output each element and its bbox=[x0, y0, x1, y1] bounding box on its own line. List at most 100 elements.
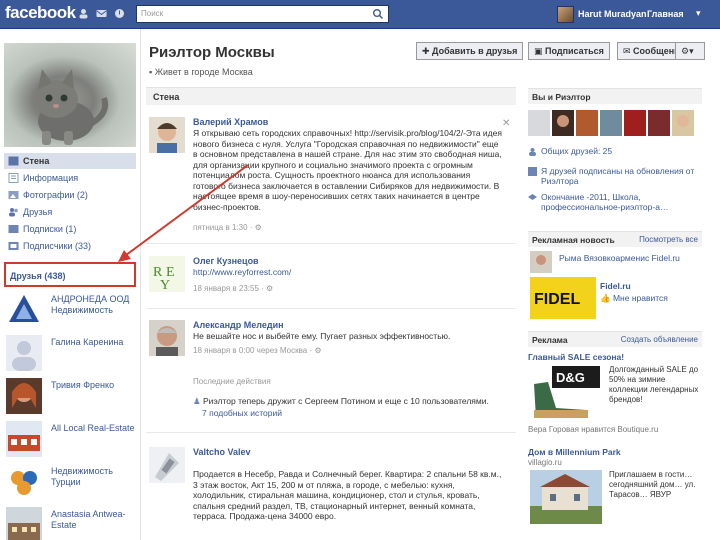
account-menu-chevron-icon[interactable]: ▾ bbox=[696, 8, 701, 19]
wall-story: Valtcho Valev Продается в Несебр, Равда … bbox=[146, 447, 516, 540]
wall-header: Стена bbox=[146, 87, 516, 105]
messages-icon[interactable] bbox=[96, 8, 107, 19]
nav-friends[interactable]: Друзья bbox=[4, 204, 136, 220]
mutual-friends-thumbnails[interactable] bbox=[528, 110, 704, 138]
add-friend-button[interactable]: ✚ Добавить в друзья bbox=[416, 42, 524, 60]
fidel-logo[interactable]: FIDEL bbox=[530, 277, 596, 319]
info-icon bbox=[8, 173, 19, 183]
friendship-icon: ♟ bbox=[193, 396, 203, 406]
story-author[interactable]: Valtcho Valev bbox=[193, 447, 251, 457]
friend-item[interactable]: Галина Каренина bbox=[4, 335, 136, 379]
subscriptions-icon bbox=[8, 225, 19, 233]
story-text: Не вешайте нос и выбейте ему. Пугает раз… bbox=[193, 331, 451, 341]
friend-name[interactable]: Тривия Френко bbox=[51, 380, 135, 391]
wall-story: REY Олег Кузнецов http://www.reyforrest.… bbox=[146, 256, 516, 302]
friend-avatar bbox=[6, 464, 42, 500]
subscribed-friends-text[interactable]: Я друзей подписаны на обновления от Риэл… bbox=[541, 166, 701, 186]
education-text[interactable]: Окончание -2011, Школа, профессиональное… bbox=[541, 192, 701, 212]
subscribe-icon: ▣ bbox=[534, 46, 546, 56]
column-divider bbox=[140, 29, 141, 540]
sponsored-story-text[interactable]: Рыма Вязовкоарменис Fidel.ru bbox=[559, 253, 704, 263]
friends-icon bbox=[9, 208, 18, 217]
author-avatar[interactable] bbox=[149, 447, 185, 483]
nav-subscriptions[interactable]: Подписки (1) bbox=[4, 221, 136, 237]
friend-item[interactable]: Тривия Френко bbox=[4, 378, 136, 422]
ad2-title[interactable]: Дом в Millennium Park bbox=[528, 447, 621, 457]
story-author[interactable]: Валерий Храмов bbox=[193, 117, 268, 127]
settings-gear-button[interactable]: ⚙▾ bbox=[675, 42, 705, 60]
notifications-icon[interactable] bbox=[114, 8, 125, 19]
friend-name[interactable]: Недвижимость Турции bbox=[51, 466, 135, 488]
ad1-title[interactable]: Главный SALE сезона! bbox=[528, 352, 624, 362]
svg-text:Y: Y bbox=[160, 278, 170, 292]
author-avatar[interactable] bbox=[149, 320, 185, 356]
story-meta[interactable]: пятница в 1:30 · ⚙ bbox=[193, 223, 262, 232]
ad2-image[interactable] bbox=[530, 470, 602, 524]
friend-name[interactable]: АНДРОНЕДА ООД Недвижимость bbox=[51, 294, 135, 316]
facebook-logo[interactable]: facebook bbox=[5, 3, 76, 23]
recent-activity-label: Последние действия bbox=[193, 377, 271, 386]
close-icon[interactable]: ✕ bbox=[502, 118, 510, 129]
user-name-link[interactable]: Harut Muradyan bbox=[578, 9, 647, 19]
nav-wall[interactable]: Стена bbox=[4, 153, 136, 169]
friend-avatar bbox=[6, 378, 42, 414]
mutual-friends-link[interactable]: Общих друзей: 25 bbox=[541, 146, 612, 156]
user-avatar[interactable] bbox=[557, 6, 574, 23]
ad2-site[interactable]: villagio.ru bbox=[528, 458, 562, 468]
friend-item[interactable]: Anastasia Antwea-Estate bbox=[4, 507, 136, 540]
story-meta[interactable]: 18 января в 0:00 через Москва · ⚙ bbox=[193, 346, 321, 355]
friend-item[interactable]: Недвижимость Турции bbox=[4, 464, 136, 508]
author-avatar[interactable] bbox=[149, 117, 185, 153]
ad-user-avatar[interactable] bbox=[530, 251, 552, 273]
friend-avatar bbox=[6, 421, 42, 457]
add-friend-icon: ✚ bbox=[422, 46, 433, 56]
nav-photos[interactable]: Фотографии (2) bbox=[4, 187, 136, 203]
ad1-text[interactable]: Долгожданный SALE до 50% на зимние колле… bbox=[609, 365, 703, 405]
story-author[interactable]: Александр Меледин bbox=[193, 320, 284, 330]
recent-activity-text: ♟ Риэлтор теперь дружит с Сергеем Потино… bbox=[193, 396, 489, 406]
create-ad-link[interactable]: Создать объявление bbox=[621, 335, 698, 344]
education-icon bbox=[528, 194, 537, 200]
profile-subtitle: ▪ Живет в городе Москва bbox=[149, 67, 253, 77]
story-meta[interactable]: 18 января в 23:55 · ⚙ bbox=[193, 284, 273, 293]
nav-info[interactable]: Информация bbox=[4, 170, 136, 186]
friend-name[interactable]: All Local Real-Estate bbox=[51, 423, 135, 434]
home-link[interactable]: Главная bbox=[647, 9, 684, 19]
page-title: Риэлтор Москвы bbox=[149, 44, 275, 61]
default-avatar-icon bbox=[6, 335, 42, 371]
story-divider bbox=[146, 432, 516, 433]
nav-subscribers[interactable]: Подписчики (33) bbox=[4, 238, 136, 254]
kitten-photo bbox=[34, 69, 109, 145]
recent-activity: Последние действия ♟ Риэлтор теперь друж… bbox=[146, 377, 516, 421]
friend-name[interactable]: Галина Каренина bbox=[51, 337, 135, 348]
friend-name[interactable]: Anastasia Antwea-Estate bbox=[51, 509, 135, 531]
friend-requests-icon[interactable] bbox=[78, 8, 89, 19]
search-icon[interactable] bbox=[372, 8, 384, 20]
ad-like-link[interactable]: 👍 Мне нравится bbox=[600, 293, 668, 303]
friend-item[interactable]: All Local Real-Estate bbox=[4, 421, 136, 465]
story-link[interactable]: http://www.reyforrest.com/ bbox=[193, 267, 503, 278]
profile-picture[interactable] bbox=[4, 43, 136, 147]
story-text: Продается в Несебр, Равда и Солнечный бе… bbox=[193, 469, 502, 521]
mutual-friends-avatars bbox=[528, 110, 704, 138]
author-avatar[interactable]: R EY bbox=[149, 256, 185, 292]
friend-avatar bbox=[6, 507, 42, 540]
you-and-header: Вы и Риэлтор bbox=[528, 88, 702, 104]
subscribe-button[interactable]: ▣ Подписаться bbox=[528, 42, 610, 60]
ad1-social-text[interactable]: Вера Горовая нравится Boutique.ru bbox=[528, 425, 658, 435]
wall-icon bbox=[8, 156, 19, 166]
svg-text:D&G: D&G bbox=[556, 370, 585, 385]
ad1-image[interactable]: D&G bbox=[530, 364, 602, 420]
search-input[interactable]: Поиск bbox=[136, 5, 389, 23]
ad2-text[interactable]: Приглашаем в гости… сегодняшний дом… ул.… bbox=[609, 470, 703, 500]
ads-header: Реклама Создать объявление bbox=[528, 331, 702, 347]
subscription-icon bbox=[528, 167, 537, 176]
subscribers-icon bbox=[8, 242, 19, 250]
similar-stories-link[interactable]: 7 подобных историй bbox=[202, 408, 512, 419]
friend-item[interactable]: АНДРОНЕДА ООД Недвижимость bbox=[4, 292, 136, 336]
see-all-link[interactable]: Посмотреть все bbox=[639, 235, 698, 244]
story-author[interactable]: Олег Кузнецов bbox=[193, 256, 259, 266]
story-text: Я открываю сеть городских справочных! ht… bbox=[193, 128, 502, 212]
ad-brand-link[interactable]: Fidel.ru bbox=[600, 281, 631, 291]
friends-header[interactable]: Друзья (438) bbox=[4, 262, 136, 287]
